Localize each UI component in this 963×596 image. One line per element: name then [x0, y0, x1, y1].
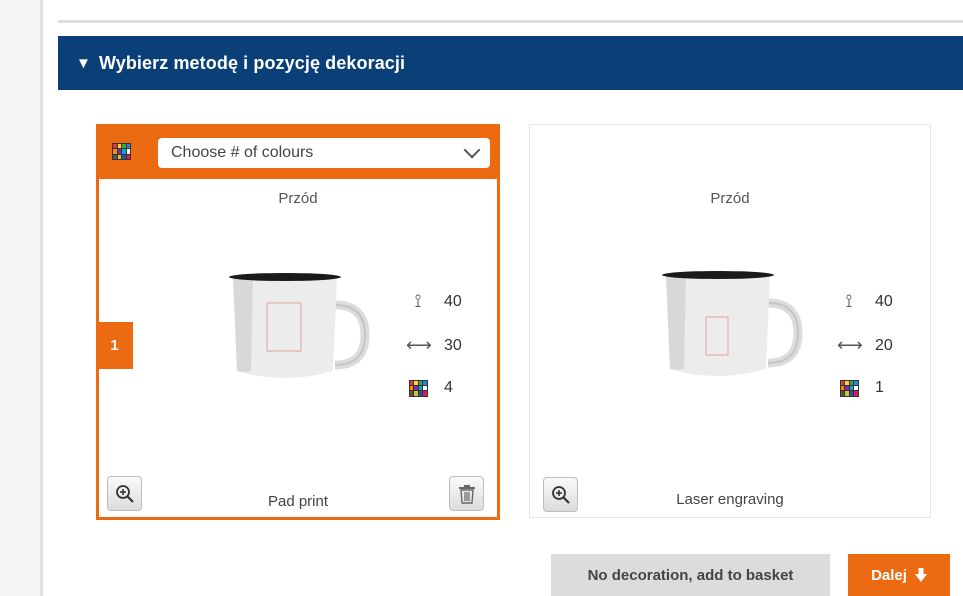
position-label: Przód	[710, 190, 750, 207]
left-rail	[0, 0, 43, 596]
height-value: 40	[875, 292, 893, 310]
height-value: 40	[444, 292, 462, 310]
next-button[interactable]: Dalej	[848, 554, 950, 596]
next-button-label: Dalej	[871, 566, 907, 584]
no-decoration-button[interactable]: No decoration, add to basket	[551, 554, 830, 596]
position-label: Przód	[278, 190, 318, 207]
delete-button[interactable]	[449, 476, 484, 511]
width-value: 30	[444, 336, 462, 354]
height-icon: ⟟	[414, 291, 422, 311]
section-title: Wybierz metodę i pozycję dekoracji	[98, 52, 406, 73]
width-icon: ⟷	[406, 335, 432, 355]
width-value: 20	[875, 336, 893, 354]
arrow-down-icon	[914, 568, 927, 582]
method-label: Pad print	[267, 493, 329, 510]
palette-icon	[839, 379, 859, 397]
section-header[interactable]: ▼ Wybierz metodę i pozycję dekoracji	[58, 36, 963, 90]
height-row: ⟟ 40	[406, 291, 462, 312]
trash-icon	[458, 484, 475, 504]
colour-count-value: Choose # of colours	[171, 144, 314, 161]
colours-row: 4	[406, 379, 453, 397]
width-icon: ⟷	[837, 335, 863, 355]
decoration-card-pad-print[interactable]: Choose # of colours Przód ⟟ 40 ⟷ 30 4 Pa…	[96, 124, 500, 520]
width-row: ⟷ 20	[837, 335, 893, 356]
colours-value: 1	[875, 379, 884, 396]
colours-value: 4	[444, 379, 453, 396]
palette-icon	[408, 379, 428, 397]
position-number-badge: 1	[96, 322, 133, 369]
mug-image	[229, 273, 370, 378]
height-row: ⟟ 40	[837, 291, 893, 312]
mug-image	[662, 271, 803, 376]
top-strip	[58, 0, 963, 23]
card-toolbar: Choose # of colours	[99, 127, 497, 179]
colour-count-select[interactable]: Choose # of colours	[158, 138, 490, 168]
collapse-arrow-icon[interactable]: ▼	[76, 55, 91, 72]
palette-icon	[112, 143, 131, 160]
method-label: Laser engraving	[676, 491, 784, 508]
height-icon: ⟟	[845, 291, 853, 311]
decoration-card-laser-engraving[interactable]: Przód ⟟ 40 ⟷ 20 1 Laser engraving	[529, 124, 931, 518]
colours-row: 1	[837, 379, 884, 397]
chevron-down-icon	[463, 141, 481, 159]
width-row: ⟷ 30	[406, 335, 462, 356]
